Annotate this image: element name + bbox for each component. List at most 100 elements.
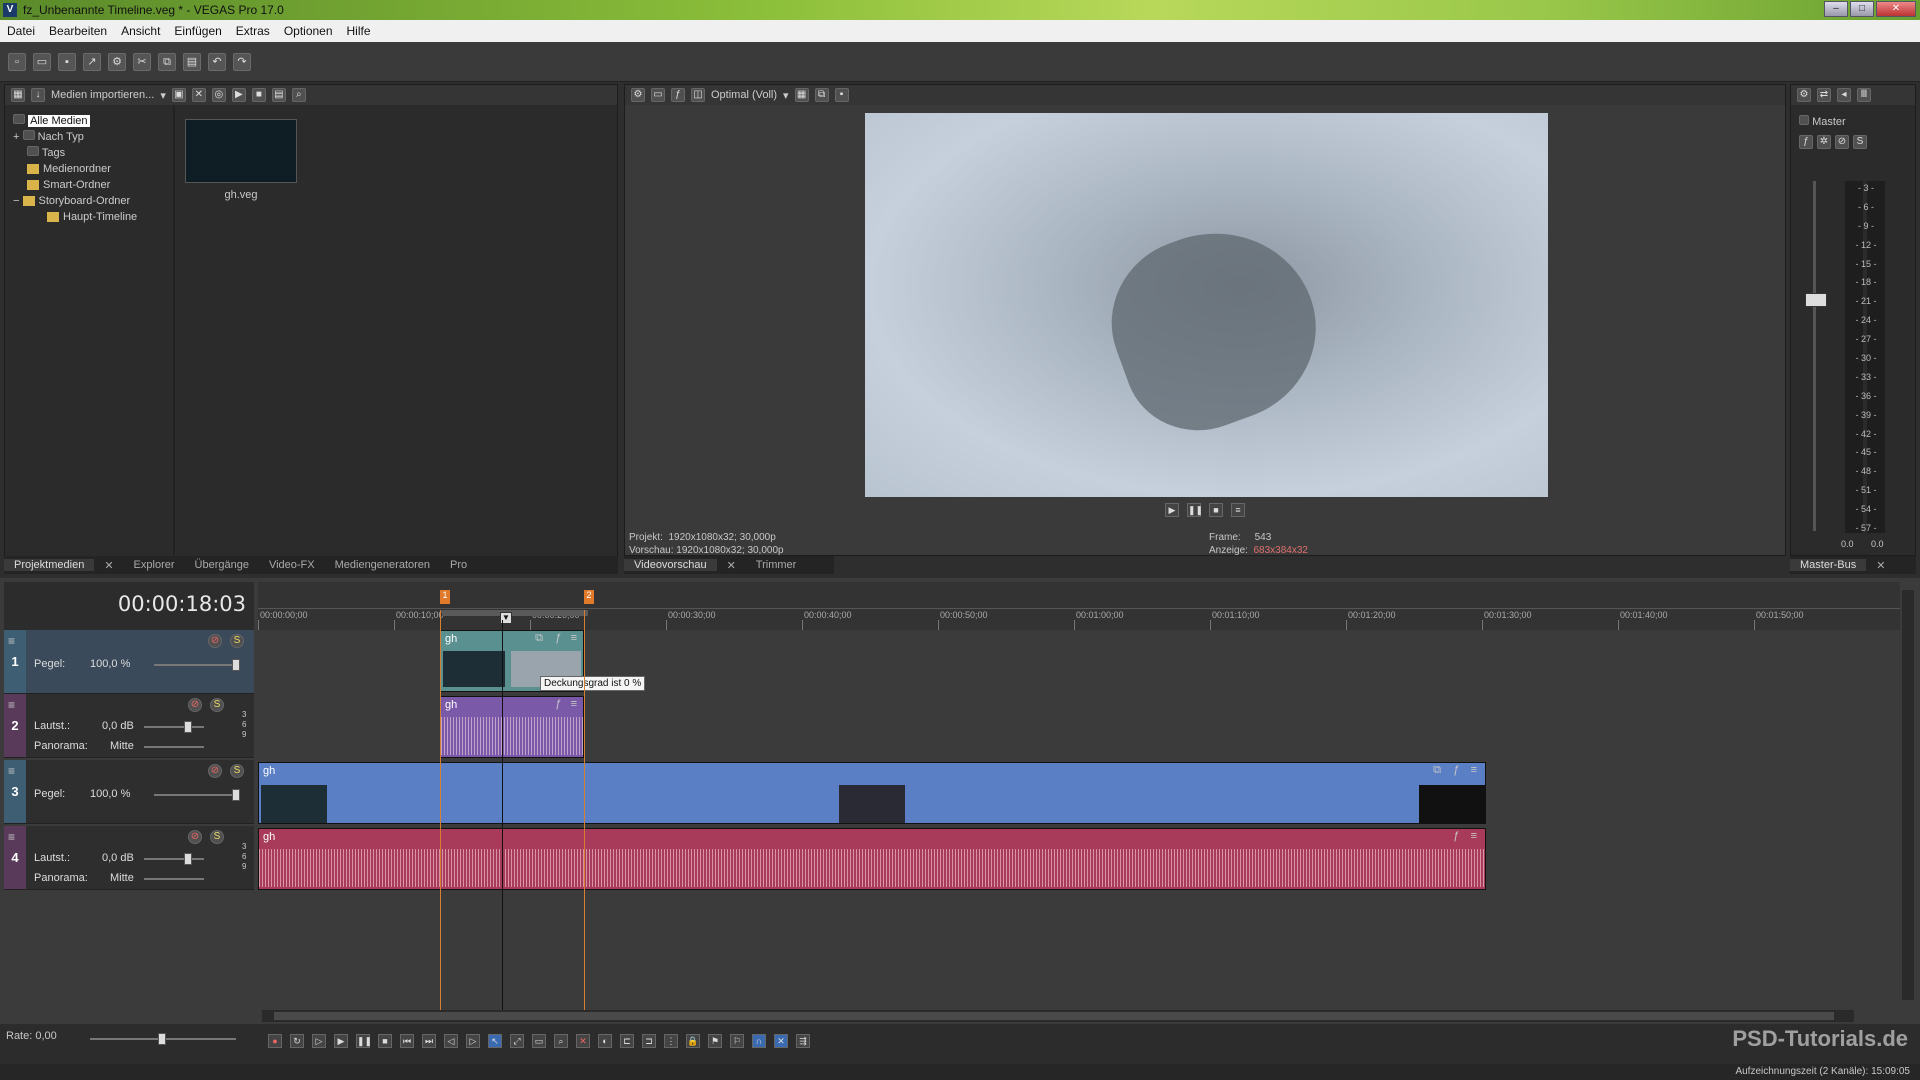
video-clip-track3[interactable]: gh ⧉ ƒ ≡	[258, 762, 1486, 824]
master-checkbox-icon[interactable]	[1799, 115, 1809, 125]
menu-einfuegen[interactable]: Einfügen	[167, 24, 228, 38]
views-icon[interactable]: ▤	[271, 88, 286, 102]
tree-item-nach-typ[interactable]: + Nach Typ	[13, 129, 173, 145]
snapping-icon[interactable]: ∩	[752, 1034, 766, 1048]
stop-icon[interactable]: ■	[251, 88, 266, 102]
clip-menu-icon[interactable]: ≡	[1471, 764, 1477, 776]
chevron-down-icon[interactable]: ▾	[160, 89, 166, 102]
play-icon[interactable]: ▶	[1165, 503, 1179, 517]
next-frame-icon[interactable]: ▷	[466, 1034, 480, 1048]
tab-master-bus[interactable]: Master-Bus	[1790, 559, 1867, 571]
external-monitor-icon[interactable]: ▭	[651, 88, 665, 102]
automation-icon[interactable]: ✲	[1817, 135, 1831, 149]
clip-menu-icon[interactable]: ≡	[1471, 830, 1477, 842]
auto-preview-play-icon[interactable]: ▶	[231, 88, 246, 102]
scrollbar-thumb[interactable]	[274, 1012, 1834, 1020]
menu-icon[interactable]: ≡	[1231, 503, 1245, 517]
marker-icon[interactable]: ⚑	[708, 1034, 722, 1048]
solo-icon[interactable]: S	[210, 830, 224, 844]
level-slider[interactable]	[154, 789, 240, 801]
volume-slider[interactable]	[144, 853, 204, 865]
search-icon[interactable]: ⌕	[291, 88, 306, 102]
track-menu-icon[interactable]: ≡	[8, 764, 15, 778]
tree-item-smart-ordner[interactable]: Smart-Ordner	[13, 177, 173, 193]
overlays-grid-icon[interactable]: ▦	[794, 88, 809, 102]
import-media-button[interactable]: Medien importieren...	[51, 89, 154, 101]
save-snapshot-icon[interactable]: ▪	[834, 88, 849, 102]
maximize-button[interactable]: □	[1850, 1, 1874, 17]
crop-icon[interactable]: ⧉	[535, 632, 543, 645]
pan-slider[interactable]	[144, 878, 204, 880]
play-icon[interactable]: ▶	[334, 1034, 348, 1048]
mixer-icon[interactable]: Ⅲ	[1857, 88, 1871, 102]
pan-slider[interactable]	[144, 746, 204, 748]
split-screen-icon[interactable]: ◫	[691, 88, 705, 102]
menu-hilfe[interactable]: Hilfe	[340, 24, 378, 38]
tree-item-tags[interactable]: Tags	[13, 145, 173, 161]
audio-clip-track2[interactable]: gh ƒ ≡	[440, 696, 584, 758]
track-header-3[interactable]: 3 ≡ ⊘ S Pegel: 100,0 %	[4, 760, 254, 824]
expand-plus-icon[interactable]: +	[13, 131, 19, 143]
playback-cursor[interactable]	[502, 620, 503, 1010]
trim-start-icon[interactable]: ⊏	[620, 1034, 634, 1048]
region-icon[interactable]: ⚐	[730, 1034, 744, 1048]
auto-crossfade-icon[interactable]: ✕	[774, 1034, 788, 1048]
tab-videovorschau[interactable]: Videovorschau	[624, 559, 717, 571]
normal-edit-tool-icon[interactable]: ↖	[488, 1034, 502, 1048]
record-icon[interactable]: ●	[268, 1034, 282, 1048]
trim-end-icon[interactable]: ⊐	[642, 1034, 656, 1048]
track-header-1[interactable]: 1 ≡ ⊘ S Pegel: 100,0 %	[4, 630, 254, 694]
undo-icon[interactable]: ↶	[208, 52, 226, 71]
timecode-display[interactable]: 00:00:18:03	[118, 592, 246, 616]
copy-icon[interactable]: ⧉	[158, 52, 176, 71]
expand-minus-icon[interactable]: −	[13, 195, 19, 207]
copy-snapshot-icon[interactable]: ⧉	[814, 88, 829, 102]
track-menu-icon[interactable]: ≡	[8, 698, 15, 712]
delete-icon[interactable]: ✕	[576, 1034, 590, 1048]
tab-video-fx[interactable]: Video-FX	[259, 559, 325, 571]
preview-quality-dropdown[interactable]: Optimal (Voll)	[711, 89, 777, 101]
stop-icon[interactable]: ■	[1209, 503, 1223, 517]
fx-icon[interactable]: ƒ	[1799, 135, 1813, 149]
tab-explorer[interactable]: Explorer	[124, 559, 185, 571]
menu-datei[interactable]: Datei	[0, 24, 42, 38]
redo-icon[interactable]: ↷	[233, 52, 251, 71]
mute-icon[interactable]: ⊘	[208, 764, 222, 778]
clip-menu-icon[interactable]: ≡	[571, 632, 577, 644]
loop-playback-icon[interactable]: ↻	[290, 1034, 304, 1048]
selection-tool-icon[interactable]: ▭	[532, 1034, 546, 1048]
pause-icon[interactable]: ❚❚	[356, 1034, 372, 1048]
properties-gear-icon[interactable]: ⚙	[108, 52, 126, 71]
track-menu-icon[interactable]: ≡	[8, 634, 15, 648]
menu-extras[interactable]: Extras	[229, 24, 277, 38]
tab-mediengeneratoren[interactable]: Mediengeneratoren	[325, 559, 440, 571]
envelope-tool-icon[interactable]: ⤢	[510, 1034, 524, 1048]
split-icon[interactable]: ⋮	[664, 1034, 678, 1048]
fx-icon[interactable]: ƒ	[1453, 830, 1459, 842]
marker-2[interactable]: 2	[584, 590, 594, 604]
auto-ripple-icon[interactable]: ⇶	[796, 1034, 810, 1048]
close-icon[interactable]: ✕	[1866, 559, 1895, 572]
media-view-icon[interactable]: ▦	[11, 88, 25, 102]
level-slider[interactable]	[154, 659, 240, 671]
audio-clip-track4[interactable]: gh ƒ ≡	[258, 828, 1486, 890]
tab-projektmedien[interactable]: Projektmedien	[4, 559, 95, 571]
cut-icon[interactable]: ✂	[133, 52, 151, 71]
solo-icon[interactable]: S	[230, 764, 244, 778]
close-button[interactable]: ✕	[1876, 1, 1916, 17]
fx-icon[interactable]: ƒ	[555, 698, 561, 710]
master-fader-track[interactable]	[1813, 181, 1816, 531]
tab-pro[interactable]: Pro	[440, 559, 477, 571]
tree-item-haupt-timeline[interactable]: Haupt-Timeline	[13, 209, 173, 225]
media-fx-icon[interactable]: ◎	[211, 88, 226, 102]
downmix-icon[interactable]: ⇄	[1817, 88, 1831, 102]
mute-icon[interactable]: ⊘	[1835, 135, 1849, 149]
rate-slider[interactable]	[90, 1033, 236, 1045]
render-icon[interactable]: ↗	[83, 52, 101, 71]
close-icon[interactable]: ✕	[94, 559, 123, 572]
lock-icon[interactable]: 🔒	[686, 1034, 700, 1048]
tab-uebergaenge[interactable]: Übergänge	[185, 559, 259, 571]
chevron-down-icon[interactable]: ▾	[783, 89, 789, 102]
media-thumbnail[interactable]	[185, 119, 297, 183]
marker-1[interactable]: 1	[440, 590, 450, 604]
